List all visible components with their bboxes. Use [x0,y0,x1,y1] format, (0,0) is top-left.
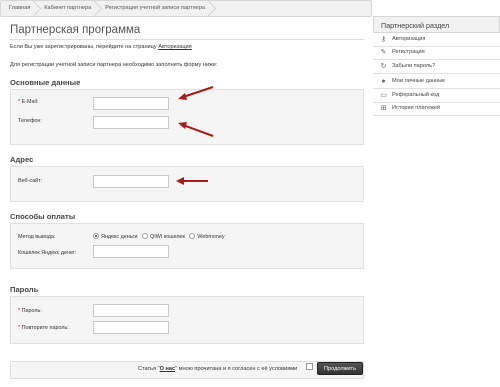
breadcrumb-home[interactable]: Главная [1,1,38,16]
agree-checkbox[interactable] [306,363,313,370]
agreement-text: Статья "О нас" мною прочитана и я соглас… [138,366,297,372]
password-label: * Пароль: [18,308,42,314]
arrow-phone [178,122,214,137]
site-label: Веб-сайт: [18,178,43,184]
user-icon: ● [381,78,386,86]
wallet-field[interactable] [93,245,169,258]
arrow-website [176,177,208,185]
sidebar-title: Партнерский раздел [373,16,500,33]
repeat-password-label: * Повторите пароль: [18,325,69,331]
sidebar-item-label: Регистрация [392,49,425,56]
refresh-icon: ↻ [380,62,387,70]
password-label-text: Пароль: [21,308,42,314]
sidebar-item-label: Мои личные данные [392,78,446,85]
grid-icon: ⊞ [380,105,387,113]
intro-text: Если Вы уже зарегистрированы, перейдите … [10,44,192,50]
option-qiwi-label: QIWI кошелек [150,234,185,240]
phone-label: Телефон: [18,118,42,124]
radio-yandex[interactable] [93,233,99,239]
breadcrumb: Главная Кабинет партнера Регистрация уче… [0,0,372,17]
breadcrumb-current: Регистрация учетной записи партнера [99,1,213,16]
sidebar-item-forgot[interactable]: ↻ Забыли пароль? [373,60,500,74]
title-divider [10,39,364,40]
sidebar-item-referral[interactable]: ▭ Реферальный код [373,89,500,103]
agreement-before: Статья " [138,366,160,372]
wallet-label: Кошелек Яндекс денег: [18,250,77,256]
pencil-icon: ✎ [380,49,387,57]
email-label-text: E-Mail: [21,99,39,105]
page-title: Партнерская программа [10,24,141,36]
section-basic-title: Основные данные [10,78,81,87]
arrow-email [178,86,214,100]
website-field[interactable] [93,175,169,188]
continue-button[interactable]: Продолжить [317,362,363,375]
card-icon: ▭ [380,91,387,99]
agreement-after: " мною прочитана и я согласен с её услов… [175,366,298,372]
required-mark: * [18,325,21,331]
section-password-title: Пароль [10,285,39,294]
radio-qiwi[interactable] [142,233,149,239]
option-yandex-label: Яндекс деньги [101,234,138,240]
sidebar-item-label: История платежей [392,105,441,112]
password-field[interactable] [93,304,169,317]
intro-label: Если Вы уже зарегистрированы, перейдите … [10,44,157,50]
email-label: * E-Mail: [18,99,38,105]
email-field[interactable] [93,97,169,110]
repeat-password-field[interactable] [93,321,169,334]
sidebar-item-history[interactable]: ⊞ История платежей [373,102,500,116]
intro-text-2: Для регистрации учетной записи партнера … [10,62,218,68]
sidebar: Партнерский раздел ⚷ Авторизация ✎ Регистр… [373,16,500,116]
sidebar-item-label: Забыли пароль? [392,62,436,69]
sidebar-item-login[interactable]: ⚷ Авторизация [373,33,500,47]
sidebar-item-personal[interactable]: ● Мои личные данные [373,75,500,89]
password-fieldset [10,296,364,344]
about-link[interactable]: О нас [160,366,176,372]
required-mark: * [18,99,21,105]
sidebar-item-register[interactable]: ✎ Регистрация [373,46,500,60]
option-webmoney-label: Webmoney [197,234,225,240]
sidebar-item-label: Реферальный код [392,91,440,98]
payment-options: Яндекс деньги QIWI кошелек Webmoney [93,233,225,240]
repeat-label-text: Повторите пароль: [21,325,69,331]
method-label: Метод вывода: [18,234,56,240]
section-payment-title: Способы оплаты [10,212,76,221]
breadcrumb-cabinet[interactable]: Кабинет партнера [38,1,99,16]
radio-webmoney[interactable] [189,233,196,239]
phone-field[interactable] [93,116,169,129]
section-address-title: Адрес [10,155,34,164]
required-mark: * [18,308,21,314]
login-link[interactable]: Авторизация [158,44,191,50]
payment-fieldset [10,223,364,269]
key-icon: ⚷ [380,35,387,43]
sidebar-item-label: Авторизация [392,35,426,42]
